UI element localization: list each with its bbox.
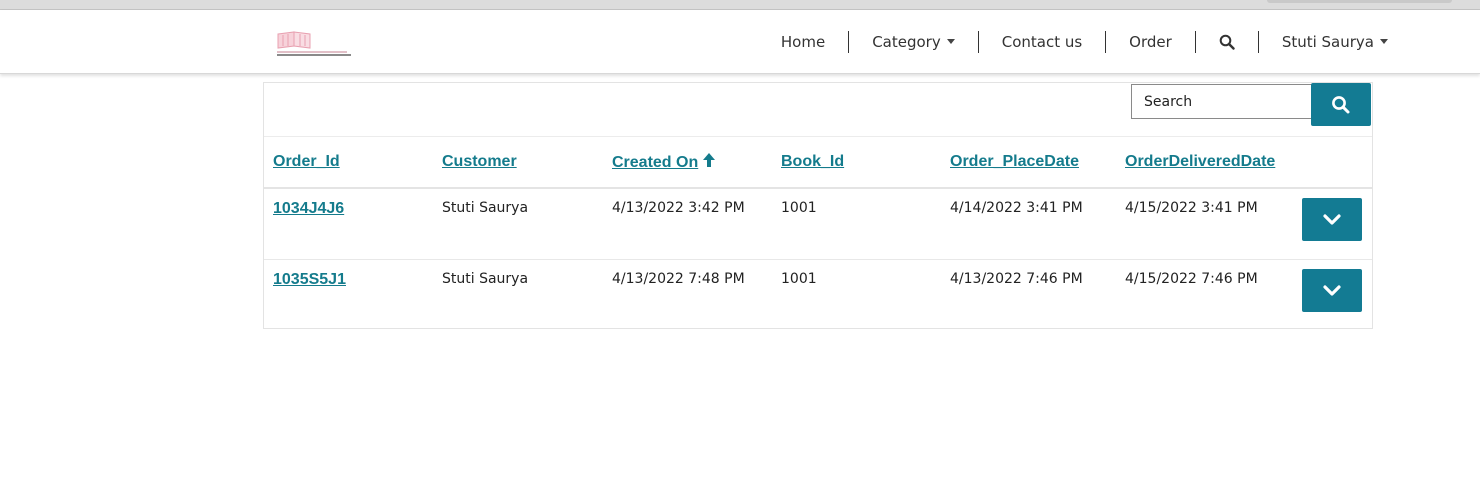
nav-item-label: Contact us bbox=[1001, 32, 1083, 51]
cell-actions bbox=[1293, 260, 1372, 331]
bookstore-logo[interactable] bbox=[274, 30, 354, 58]
nav-item-order[interactable]: Order bbox=[1105, 30, 1195, 53]
orders-table: Order_Id Customer Created On Book_Id Ord… bbox=[264, 137, 1372, 330]
column-header-actions bbox=[1293, 137, 1372, 189]
cell-book-id: 1001 bbox=[772, 188, 941, 260]
column-header-book-id[interactable]: Book_Id bbox=[772, 137, 941, 189]
cell-order-place-date: 4/14/2022 3:41 PM bbox=[941, 188, 1116, 260]
cell-order-delivered-date: 4/15/2022 7:46 PM bbox=[1125, 271, 1258, 287]
cell-order-delivered-date: 4/15/2022 3:41 PM bbox=[1116, 188, 1293, 260]
chevron-down-icon bbox=[1323, 284, 1341, 296]
chevron-down-icon bbox=[1323, 213, 1341, 225]
column-header-order-place-date[interactable]: Order_PlaceDate bbox=[941, 137, 1116, 189]
nav-links: Home Category Contact us Order Stuti Sau… bbox=[781, 10, 1388, 73]
nav-item-label: Category bbox=[872, 32, 941, 51]
column-header-order-id[interactable]: Order_Id bbox=[264, 137, 433, 189]
browser-top-strip bbox=[0, 0, 1480, 10]
orders-panel: Order_Id Customer Created On Book_Id Ord… bbox=[263, 82, 1373, 329]
sort-ascending-icon bbox=[703, 153, 716, 167]
top-navbar: Home Category Contact us Order Stuti Sau… bbox=[0, 10, 1480, 74]
expand-row-button[interactable] bbox=[1302, 269, 1362, 312]
bookstore-logo-icon bbox=[277, 31, 351, 56]
nav-item-home[interactable]: Home bbox=[781, 31, 848, 53]
cell-customer: Stuti Saurya bbox=[442, 271, 529, 287]
table-row: 1035S5J1 Stuti Saurya 4/13/2022 7:48 PM … bbox=[264, 260, 1372, 331]
order-id-link[interactable]: 1035S5J1 bbox=[273, 271, 346, 288]
search-icon bbox=[1332, 95, 1350, 113]
table-row: 1034J4J6 Stuti Saurya 4/13/2022 3:42 PM … bbox=[264, 188, 1372, 260]
cell-customer: Stuti Saurya bbox=[433, 188, 603, 260]
nav-item-contact-us[interactable]: Contact us bbox=[977, 30, 1105, 53]
cell-actions bbox=[1293, 188, 1372, 260]
nav-item-category[interactable]: Category bbox=[848, 30, 978, 53]
search-input[interactable] bbox=[1131, 84, 1313, 119]
cell-order-id: 1034J4J6 bbox=[264, 188, 433, 260]
nav-item-label: Order bbox=[1129, 32, 1172, 51]
cell-book-id: 1001 bbox=[781, 271, 817, 287]
caret-down-icon bbox=[1380, 39, 1388, 44]
search-row bbox=[264, 83, 1372, 137]
cell-order-id: 1035S5J1 bbox=[264, 260, 433, 331]
nav-user-name: Stuti Saurya bbox=[1281, 32, 1374, 51]
cell-order-place-date: 4/13/2022 7:46 PM bbox=[950, 271, 1083, 287]
cell-created-on: 4/13/2022 3:42 PM bbox=[603, 188, 772, 260]
column-header-order-delivered-date[interactable]: OrderDeliveredDate bbox=[1116, 137, 1293, 189]
browser-tab-edge bbox=[1267, 0, 1452, 3]
search-button[interactable] bbox=[1311, 83, 1371, 126]
expand-row-button[interactable] bbox=[1302, 198, 1362, 241]
caret-down-icon bbox=[946, 39, 955, 44]
nav-search-button[interactable] bbox=[1194, 30, 1258, 53]
order-id-link[interactable]: 1034J4J6 bbox=[273, 200, 344, 217]
column-header-customer[interactable]: Customer bbox=[433, 137, 603, 189]
column-header-created-on[interactable]: Created On bbox=[603, 137, 772, 189]
nav-user-menu[interactable]: Stuti Saurya bbox=[1257, 30, 1388, 53]
cell-created-on: 4/13/2022 7:48 PM bbox=[612, 271, 745, 287]
table-header-row: Order_Id Customer Created On Book_Id Ord… bbox=[264, 137, 1372, 189]
nav-item-label: Home bbox=[780, 32, 826, 51]
search-icon bbox=[1219, 34, 1235, 50]
